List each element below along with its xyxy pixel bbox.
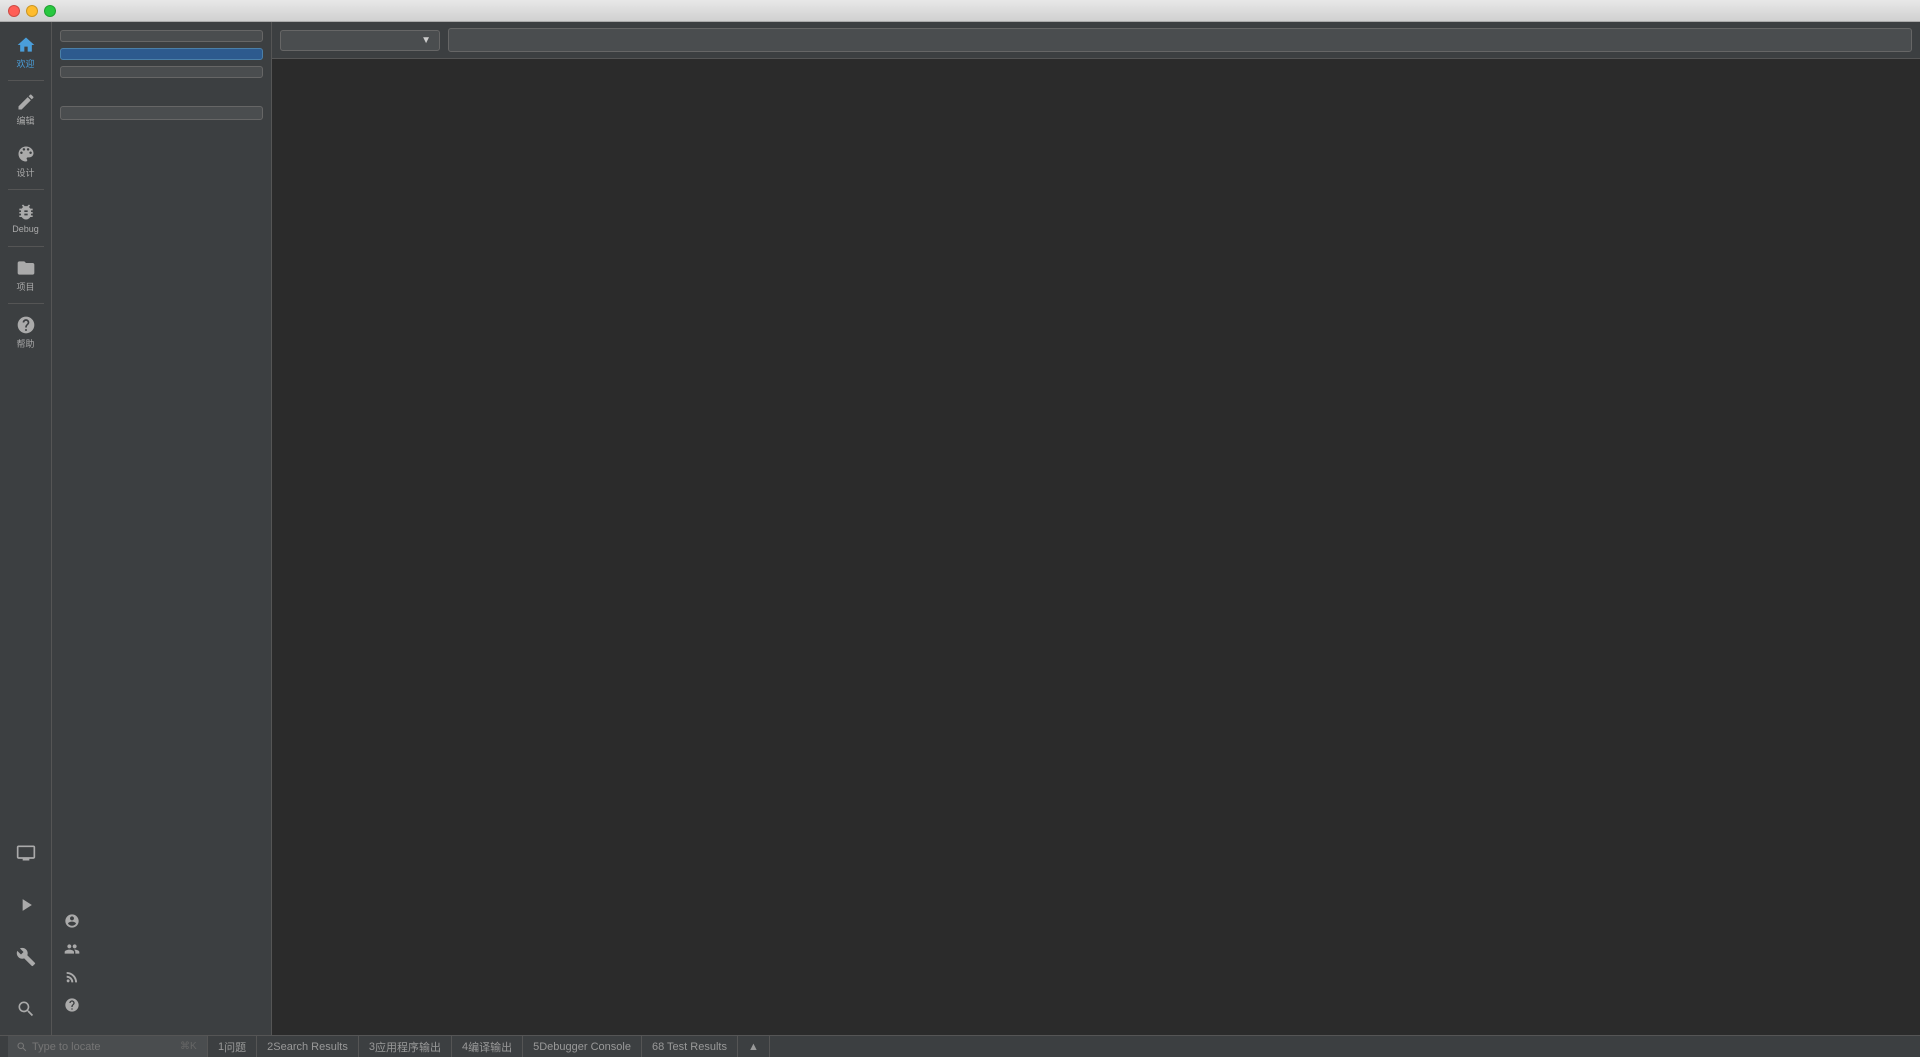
status-tab-compile[interactable]: 4 编译输出 <box>452 1036 523 1057</box>
sidebar: 欢迎 编辑 设计 Debug 项目 帮助 <box>0 22 52 1035</box>
community-link[interactable] <box>60 935 263 963</box>
examples-button[interactable] <box>60 48 263 60</box>
locate-input[interactable] <box>32 1041 172 1053</box>
status-tab-more[interactable]: ▲ <box>738 1036 770 1057</box>
status-tab-search[interactable]: 2 Search Results <box>257 1036 359 1057</box>
main-content: ▼ <box>272 22 1920 1035</box>
status-tab-problems[interactable]: 1 问题 <box>208 1036 257 1057</box>
status-tab-debugger[interactable]: 5 Debugger Console <box>523 1036 642 1057</box>
left-panel-bottom-links <box>60 899 263 1027</box>
search-input[interactable] <box>448 28 1912 52</box>
status-tab-testresults[interactable]: 6 8 Test Results <box>642 1036 738 1057</box>
title-bar <box>0 0 1920 22</box>
sidebar-separator <box>8 80 44 81</box>
sidebar-item-debug[interactable]: Debug <box>0 192 52 244</box>
close-button[interactable] <box>8 5 20 17</box>
blogs-link[interactable] <box>60 963 263 991</box>
sidebar-item-design[interactable]: 设计 <box>0 135 52 187</box>
tutorials-button[interactable] <box>60 66 263 78</box>
status-tab-appoutput[interactable]: 3 应用程序输出 <box>359 1036 452 1057</box>
sidebar-label-welcome: 欢迎 <box>16 57 34 70</box>
window-controls[interactable] <box>8 5 56 17</box>
userguide-link[interactable] <box>60 991 263 1019</box>
sidebar-label-edit: 编辑 <box>16 114 34 127</box>
sidebar-separator-3 <box>8 246 44 247</box>
status-tabs: 1 问题 2 Search Results 3 应用程序输出 4 编译输出 5 … <box>208 1036 770 1057</box>
sidebar-separator-4 <box>8 303 44 304</box>
left-panel <box>52 22 272 1035</box>
projects-button[interactable] <box>60 30 263 42</box>
examples-grid <box>272 59 1920 1035</box>
account-link[interactable] <box>60 907 263 935</box>
sidebar-item-welcome[interactable]: 欢迎 <box>0 26 52 78</box>
get-started-button[interactable] <box>60 106 263 120</box>
sidebar-item-build[interactable] <box>0 931 52 983</box>
version-select[interactable]: ▼ <box>280 30 440 51</box>
sidebar-label-design: 设计 <box>16 166 34 179</box>
sidebar-label-help: 帮助 <box>16 337 34 350</box>
content-toolbar: ▼ <box>272 22 1920 59</box>
sidebar-separator-2 <box>8 189 44 190</box>
minimize-button[interactable] <box>26 5 38 17</box>
sidebar-label-debug: Debug <box>12 224 39 234</box>
sidebar-item-edit[interactable]: 编辑 <box>0 83 52 135</box>
version-select-arrow: ▼ <box>421 35 431 46</box>
sidebar-item-help[interactable]: 帮助 <box>0 306 52 358</box>
sidebar-item-projects[interactable]: 项目 <box>0 249 52 301</box>
maximize-button[interactable] <box>44 5 56 17</box>
sidebar-item-search[interactable] <box>0 983 52 1035</box>
status-search[interactable]: ⌘K <box>8 1036 208 1057</box>
sidebar-item-screen[interactable] <box>0 827 52 879</box>
sidebar-label-projects: 项目 <box>16 280 34 293</box>
sidebar-item-play[interactable] <box>0 879 52 931</box>
locate-shortcut: ⌘K <box>180 1041 197 1052</box>
status-bar: ⌘K 1 问题 2 Search Results 3 应用程序输出 4 编译输出… <box>0 1035 1920 1057</box>
